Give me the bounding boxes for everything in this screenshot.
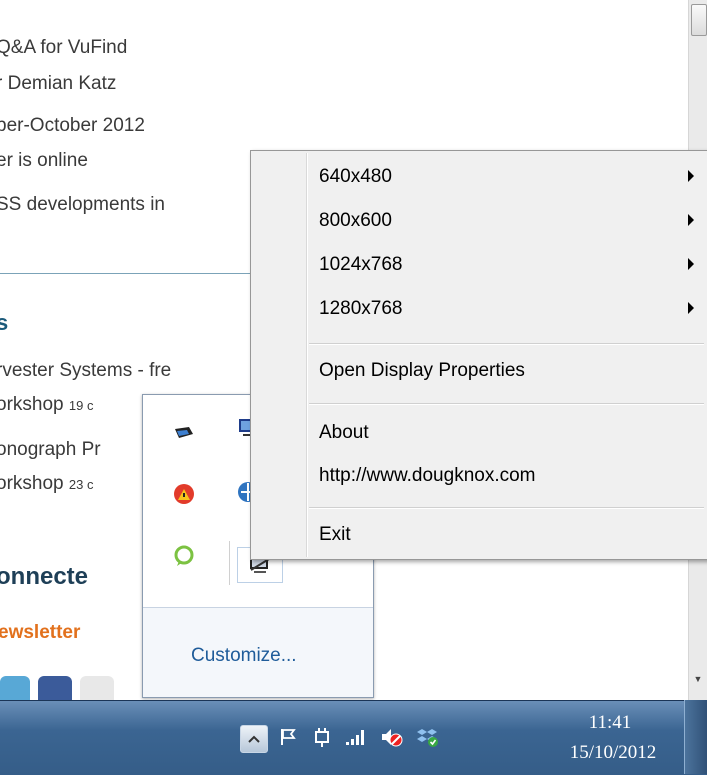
chat-bubble-icon[interactable] <box>173 545 195 567</box>
menu-item-1280x768[interactable]: 1280x768 <box>251 289 707 329</box>
chevron-up-icon <box>248 735 260 743</box>
event-item-label: orkshop <box>0 394 64 415</box>
submenu-arrow-icon <box>688 258 694 270</box>
menu-item-label: 800x600 <box>319 210 392 231</box>
menu-item-website[interactable]: http://www.dougknox.com <box>251 456 707 496</box>
popup-divider <box>143 607 373 608</box>
event-item-text: orkshop 19 c <box>0 395 93 414</box>
menu-item-label: 640x480 <box>319 166 392 187</box>
icon-divider <box>229 541 230 585</box>
news-item-text[interactable]: ber-October 2012 <box>0 116 145 135</box>
event-item-text: orkshop 23 c <box>0 474 93 493</box>
event-item-text[interactable]: onograph Pr <box>0 440 101 459</box>
flickr-icon[interactable] <box>80 676 114 700</box>
event-item-label: orkshop <box>0 473 64 494</box>
menu-item-800x600[interactable]: 800x600 <box>251 201 707 241</box>
news-item-text[interactable]: SS developments in <box>0 195 165 214</box>
news-item-text[interactable]: Q&A for VuFind <box>0 38 127 57</box>
dropbox-sync-icon[interactable] <box>416 725 440 749</box>
context-menu: 640x480 800x600 1024x768 1280x768 Open D… <box>250 150 707 560</box>
menu-item-label: About <box>319 422 369 443</box>
power-plug-icon[interactable] <box>310 725 334 749</box>
menu-separator <box>309 343 704 345</box>
facebook-icon[interactable] <box>38 676 72 700</box>
menu-item-label: 1024x768 <box>319 254 403 275</box>
menu-separator <box>309 507 704 509</box>
clock-time[interactable]: 11:41 <box>570 712 650 734</box>
menu-separator <box>309 403 704 405</box>
show-hidden-icons-button[interactable] <box>240 725 268 753</box>
volume-muted-icon[interactable] <box>380 725 404 749</box>
clock-date[interactable]: 15/10/2012 <box>548 742 678 764</box>
menu-item-open-display-properties[interactable]: Open Display Properties <box>251 351 707 391</box>
menu-item-label: Open Display Properties <box>319 360 525 381</box>
show-desktop-button[interactable] <box>684 700 707 774</box>
menu-item-640x480[interactable]: 640x480 <box>251 157 707 197</box>
scroll-down-arrow-icon[interactable]: ▼ <box>692 674 704 688</box>
newsletter-link[interactable]: ewsletter <box>0 622 80 644</box>
removable-drive-icon[interactable] <box>173 422 195 444</box>
event-date: 19 c <box>68 398 94 413</box>
menu-item-label: Exit <box>319 524 351 545</box>
menu-item-1024x768[interactable]: 1024x768 <box>251 245 707 285</box>
menu-item-label: 1280x768 <box>319 298 403 319</box>
menu-item-about[interactable]: About <box>251 413 707 453</box>
warning-antivirus-icon[interactable] <box>173 483 195 505</box>
news-item-text: r Demian Katz <box>0 73 117 94</box>
submenu-arrow-icon <box>688 302 694 314</box>
news-item-text[interactable]: er is online <box>0 151 88 170</box>
menu-item-exit[interactable]: Exit <box>251 515 707 555</box>
customize-link[interactable]: Customize... <box>191 645 297 667</box>
section-divider <box>0 273 250 274</box>
wifi-signal-icon[interactable] <box>344 725 368 749</box>
menu-item-label: http://www.dougknox.com <box>319 465 536 486</box>
social-icon[interactable] <box>0 676 30 700</box>
event-item-text[interactable]: rvester Systems - fre <box>0 361 171 380</box>
event-date: 23 c <box>68 477 94 492</box>
submenu-arrow-icon <box>688 170 694 182</box>
scrollbar-thumb[interactable] <box>691 4 707 36</box>
section-heading: s <box>0 310 9 335</box>
section-heading: onnecte <box>0 563 89 590</box>
action-center-flag-icon[interactable] <box>276 725 300 749</box>
submenu-arrow-icon <box>688 214 694 226</box>
